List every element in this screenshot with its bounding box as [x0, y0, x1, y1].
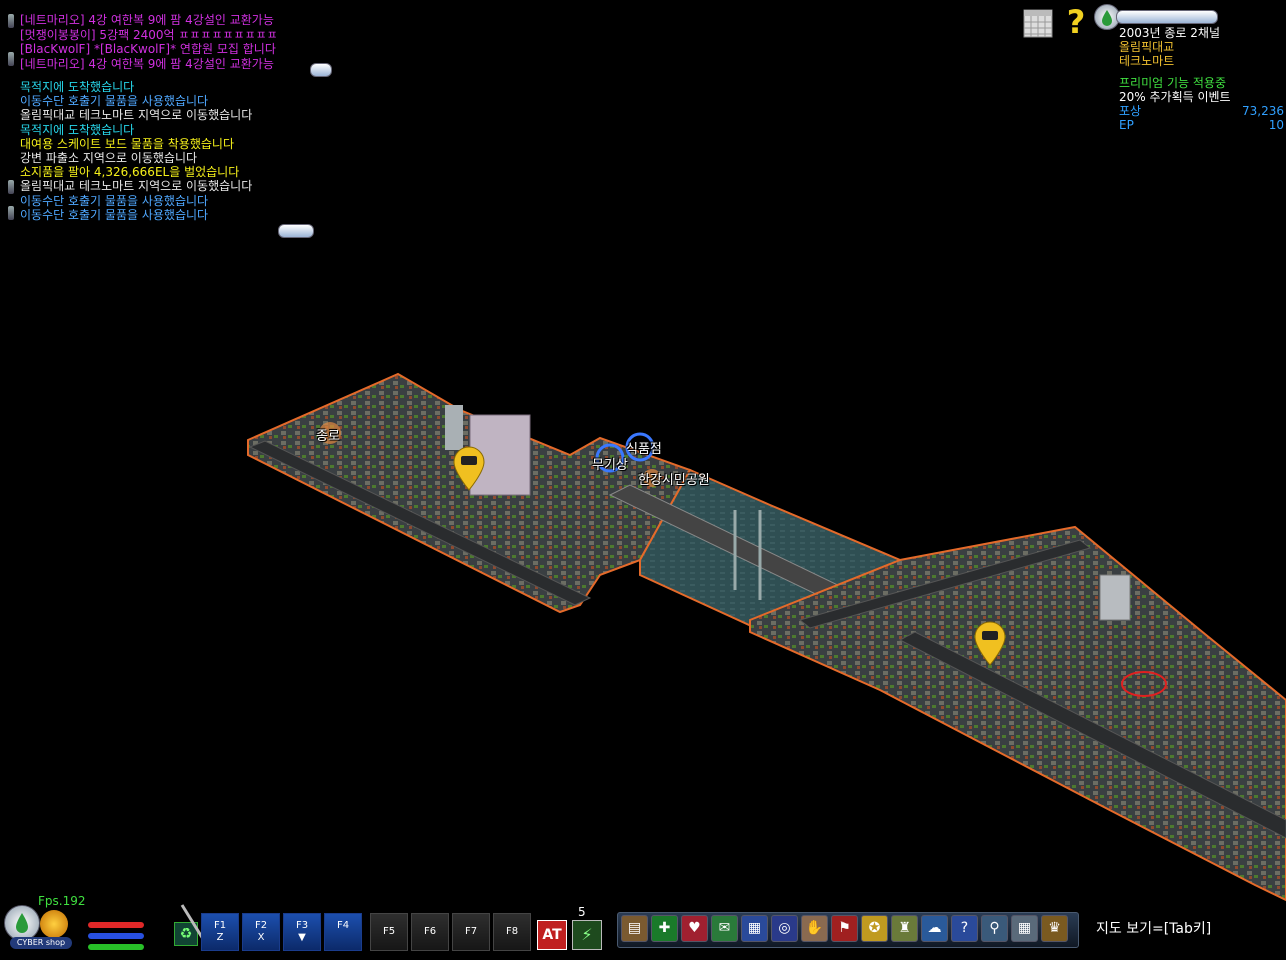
fkey-f7[interactable]: F7 [452, 913, 490, 951]
mp-bar [88, 933, 144, 939]
cyber-shop-icon[interactable] [40, 910, 68, 938]
building-technomart [1099, 574, 1131, 621]
trophy-icon[interactable]: ♛ [1041, 915, 1068, 942]
blocks-icon[interactable]: ▦ [741, 915, 768, 942]
search-icon[interactable]: ⚲ [981, 915, 1008, 942]
fkey-f6[interactable]: F6 [411, 913, 449, 951]
auto-target-button[interactable]: AT [537, 920, 567, 950]
fkey-f2[interactable]: F2 X [242, 913, 280, 951]
chat-icon[interactable]: ✉ [711, 915, 738, 942]
cyber-shop-button[interactable]: CYBER shop [10, 937, 72, 949]
skill-count: 5 [578, 905, 586, 919]
heart-icon[interactable]: ♥ [681, 915, 708, 942]
character-status-icon[interactable] [4, 905, 40, 941]
calendar-menu-icon[interactable]: ▦ [1011, 915, 1038, 942]
inventory-icon[interactable]: ▤ [621, 915, 648, 942]
flag-icon[interactable]: ⚑ [831, 915, 858, 942]
gauge-panel [74, 910, 174, 950]
fkey-f3[interactable]: F3 ▼ [283, 913, 321, 951]
medal-icon[interactable]: ✪ [861, 915, 888, 942]
map-view-hint: 지도 보기=[Tab키] [1096, 921, 1212, 937]
hp-bar [88, 922, 144, 928]
fkey-f8[interactable]: F8 [493, 913, 531, 951]
map-label-park[interactable]: 한강시민공원 [638, 469, 710, 488]
handshake-icon[interactable]: ✋ [801, 915, 828, 942]
map-label-weapon-shop[interactable]: 무기상 [592, 454, 628, 473]
map-label-food-shop[interactable]: 식품점 [626, 438, 662, 457]
skill-slot-icon[interactable]: ⚡ [572, 920, 602, 950]
target-icon[interactable]: ◎ [771, 915, 798, 942]
fkey-f1[interactable]: F1 Z [201, 913, 239, 951]
map-label-jongno[interactable]: 종로 [316, 425, 340, 444]
stamina-bar [88, 944, 144, 950]
heal-icon[interactable]: ✚ [651, 915, 678, 942]
fkey-f4[interactable]: F4 [324, 913, 362, 951]
guild-icon[interactable]: ♜ [891, 915, 918, 942]
building-cylinder [445, 405, 463, 450]
fkey-f5[interactable]: F5 [370, 913, 408, 951]
fps-counter: Fps.192 [38, 894, 86, 908]
help-menu-icon[interactable]: ? [951, 915, 978, 942]
community-icon[interactable]: ☁ [921, 915, 948, 942]
